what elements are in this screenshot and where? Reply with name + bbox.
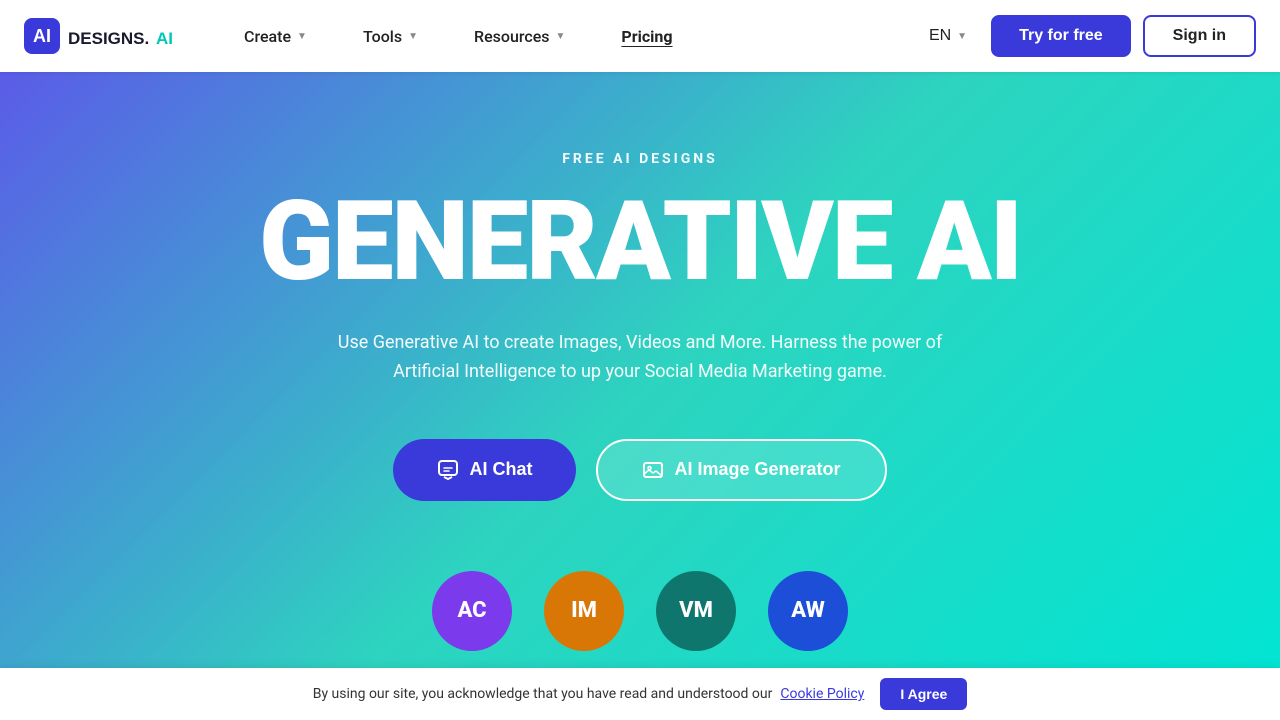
language-selector[interactable]: EN ▼	[917, 19, 979, 53]
hero-title: GENERATIVE AI	[259, 187, 1021, 297]
chevron-down-icon: ▼	[957, 31, 967, 42]
try-free-button[interactable]: Try for free	[991, 15, 1131, 57]
svg-text:DESIGNS.: DESIGNS.	[68, 29, 149, 48]
nav-tools-label: Tools	[363, 27, 402, 46]
hero-buttons: AI Chat AI Image Generator	[393, 439, 886, 501]
nav-resources-label: Resources	[474, 27, 550, 46]
logo[interactable]: AI DESIGNS. AI	[24, 14, 184, 58]
avatar-im: IM	[544, 571, 624, 651]
avatar-ac: AC	[432, 571, 512, 651]
lang-label: EN	[929, 27, 951, 45]
avatar-aw: AW	[768, 571, 848, 651]
hero-eyebrow: FREE AI DESIGNS	[562, 151, 718, 167]
nav-right: EN ▼ Try for free Sign in	[917, 15, 1256, 57]
cookie-message: By using our site, you acknowledge that …	[313, 686, 773, 702]
nav-links: Create ▼ Tools ▼ Resources ▼ Pricing	[216, 0, 917, 72]
ai-image-label: AI Image Generator	[674, 459, 840, 480]
nav-resources[interactable]: Resources ▼	[446, 0, 593, 72]
nav-create-label: Create	[244, 27, 291, 46]
ai-chat-label: AI Chat	[469, 459, 532, 480]
ai-chat-button[interactable]: AI Chat	[393, 439, 576, 501]
chevron-down-icon: ▼	[297, 31, 307, 42]
avatar-vm: VM	[656, 571, 736, 651]
chevron-down-icon: ▼	[408, 31, 418, 42]
cookie-bar: By using our site, you acknowledge that …	[0, 668, 1280, 720]
navbar: AI DESIGNS. AI Create ▼ Tools ▼ Resource…	[0, 0, 1280, 72]
hero-section: FREE AI DESIGNS GENERATIVE AI Use Genera…	[0, 72, 1280, 720]
avatars-row: AC IM VM AW	[432, 561, 848, 641]
nav-pricing-label: Pricing	[621, 27, 672, 46]
ai-image-button[interactable]: AI Image Generator	[596, 439, 886, 501]
svg-text:AI: AI	[156, 29, 173, 48]
cookie-policy-link[interactable]: Cookie Policy	[780, 686, 864, 702]
image-icon	[642, 459, 664, 481]
nav-create[interactable]: Create ▼	[216, 0, 335, 72]
i-agree-button[interactable]: I Agree	[880, 678, 967, 710]
svg-text:AI: AI	[33, 26, 51, 46]
chevron-down-icon: ▼	[556, 31, 566, 42]
nav-tools[interactable]: Tools ▼	[335, 0, 446, 72]
nav-pricing[interactable]: Pricing	[593, 0, 700, 72]
hero-subtitle: Use Generative AI to create Images, Vide…	[330, 329, 950, 387]
chat-icon	[437, 459, 459, 481]
sign-in-button[interactable]: Sign in	[1143, 15, 1256, 57]
